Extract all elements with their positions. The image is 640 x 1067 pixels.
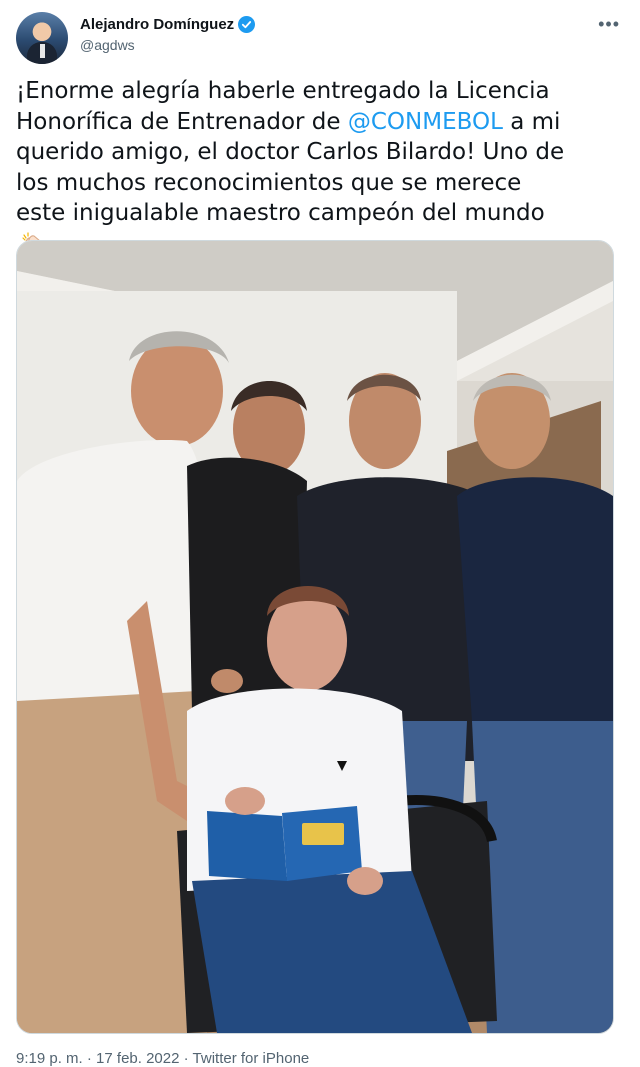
verified-badge-icon [238, 16, 256, 33]
license-booklet-icon [207, 806, 362, 881]
meta-separator: · [183, 1050, 189, 1067]
tweet-text: ¡Enorme alegría haberle entregado la Lic… [16, 76, 576, 259]
tweet-date[interactable]: 17 feb. 2022 [96, 1050, 179, 1067]
more-options-icon[interactable]: ••• [598, 14, 620, 35]
meta-separator: · [86, 1050, 92, 1067]
author-name-row: Alejandro Domínguez [80, 16, 256, 33]
author-avatar[interactable] [16, 12, 68, 64]
tweet-photo[interactable] [16, 240, 614, 1034]
tweet-metadata: 9:19 p. m. · 17 feb. 2022 · Twitter for … [16, 1050, 309, 1067]
mention-link[interactable]: @CONMEBOL [348, 109, 503, 135]
tweet-time[interactable]: 9:19 p. m. [16, 1050, 83, 1067]
tweet-header: Alejandro Domínguez @agdws ••• [16, 10, 624, 66]
tweet-source[interactable]: Twitter for iPhone [193, 1050, 310, 1067]
author-display-name[interactable]: Alejandro Domínguez [80, 16, 234, 33]
author-handle[interactable]: @agdws [80, 37, 135, 53]
